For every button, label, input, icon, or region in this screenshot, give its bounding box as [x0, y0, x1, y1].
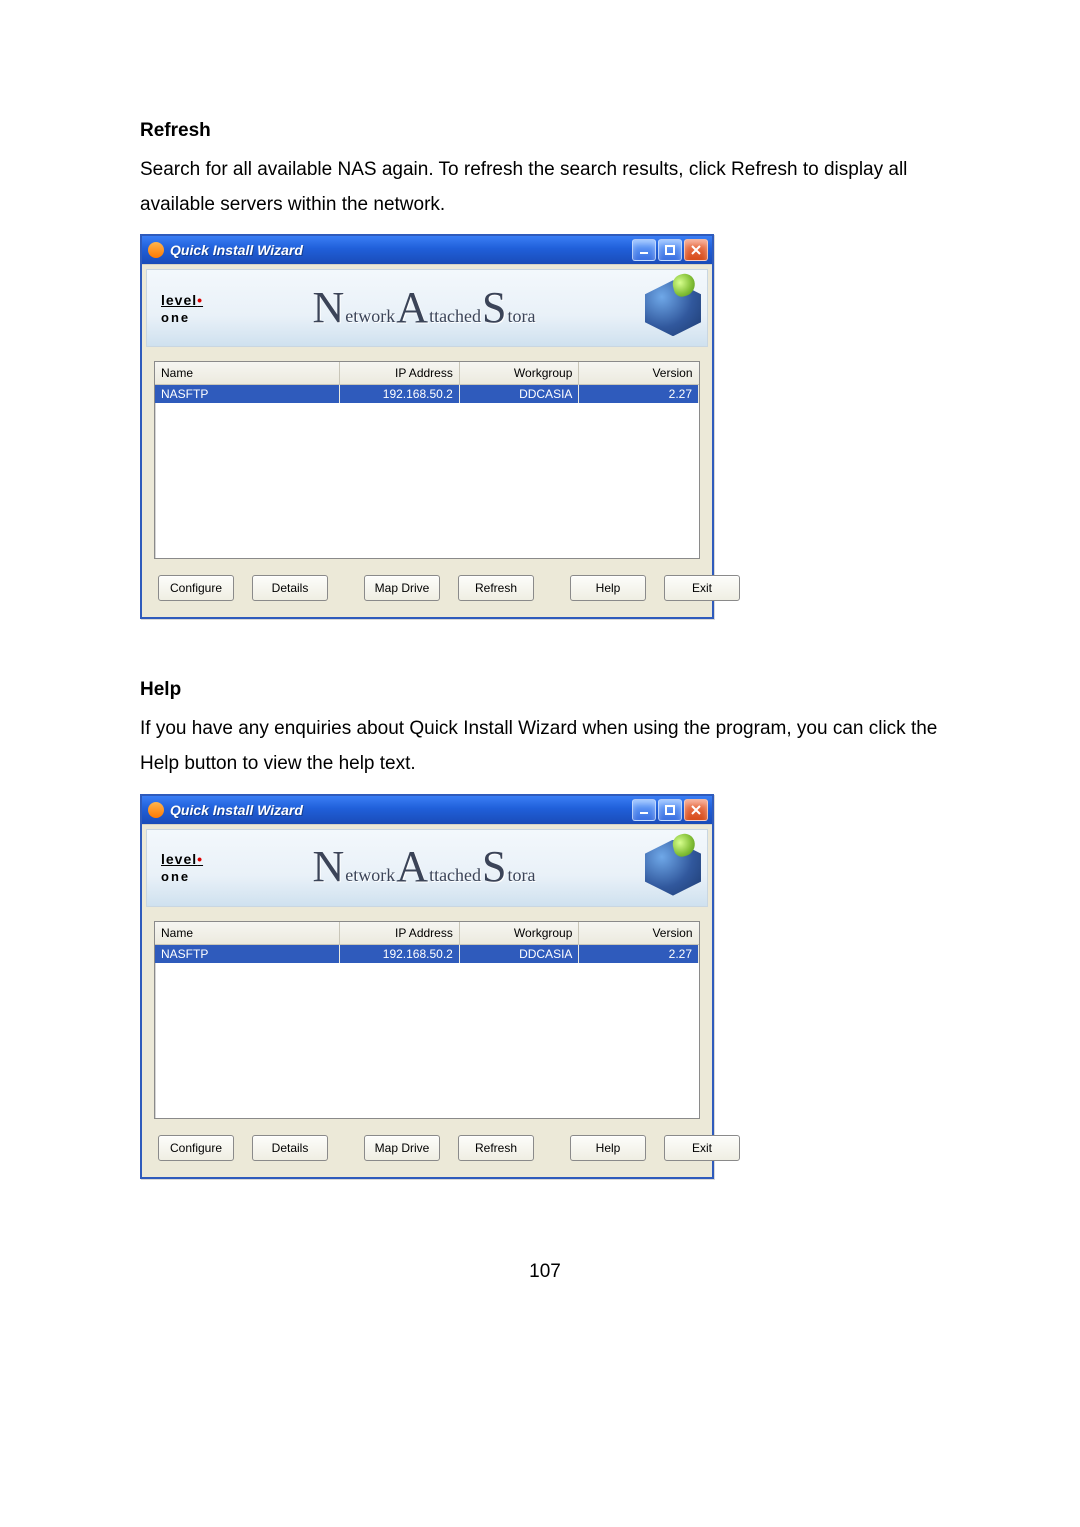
globe-icon: [645, 840, 701, 896]
section-body-refresh: Search for all available NAS again. To r…: [140, 152, 950, 222]
cell-version: 2.27: [579, 944, 699, 963]
details-button[interactable]: Details: [252, 575, 328, 601]
app-icon: [148, 242, 164, 258]
wordmark-letter: A: [396, 849, 428, 884]
refresh-button[interactable]: Refresh: [458, 575, 534, 601]
wordmark-text: etwork: [345, 306, 395, 327]
logo-text-top: level: [161, 851, 197, 867]
minimize-icon[interactable]: [632, 799, 656, 821]
window-title: Quick Install Wizard: [170, 802, 632, 818]
server-list[interactable]: Name IP Address Workgroup Version NASFTP…: [154, 921, 700, 1119]
minimize-icon[interactable]: [632, 239, 656, 261]
window-controls: [632, 239, 708, 261]
cell-name: NASFTP: [155, 385, 340, 404]
exit-button[interactable]: Exit: [664, 1135, 740, 1161]
levelone-logo: level• one: [161, 293, 203, 324]
wordmark-letter: S: [482, 849, 506, 884]
logo-text-bottom: one: [161, 870, 203, 883]
configure-button[interactable]: Configure: [158, 575, 234, 601]
banner: level• one Network Attached Stora: [146, 269, 708, 347]
cell-workgroup: DDCASIA: [459, 385, 579, 404]
server-list[interactable]: Name IP Address Workgroup Version NASFTP…: [154, 361, 700, 559]
col-ip[interactable]: IP Address: [340, 922, 460, 945]
logo-dot-icon: •: [197, 851, 203, 867]
col-name[interactable]: Name: [155, 922, 340, 945]
section-body-help: If you have any enquiries about Quick In…: [140, 711, 950, 781]
col-name[interactable]: Name: [155, 362, 340, 385]
refresh-button[interactable]: Refresh: [458, 1135, 534, 1161]
banner: level• one Network Attached Stora: [146, 829, 708, 907]
wordmark-text: etwork: [345, 865, 395, 886]
logo-dot-icon: •: [197, 292, 203, 308]
help-button[interactable]: Help: [570, 575, 646, 601]
product-wordmark: Network Attached Stora: [313, 290, 536, 327]
wordmark-letter: A: [396, 290, 428, 325]
col-workgroup[interactable]: Workgroup: [459, 362, 579, 385]
help-button[interactable]: Help: [570, 1135, 646, 1161]
table-header-row[interactable]: Name IP Address Workgroup Version: [155, 922, 699, 945]
wordmark-text: tora: [508, 306, 536, 327]
cell-name: NASFTP: [155, 944, 340, 963]
col-ip[interactable]: IP Address: [340, 362, 460, 385]
maximize-icon[interactable]: [658, 239, 682, 261]
wordmark-text: ttached: [429, 306, 481, 327]
table-row[interactable]: NASFTP 192.168.50.2 DDCASIA 2.27: [155, 944, 699, 963]
cell-ip: 192.168.50.2: [340, 385, 460, 404]
logo-text-bottom: one: [161, 311, 203, 324]
wordmark-text: ttached: [429, 865, 481, 886]
page-number: 107: [140, 1239, 950, 1283]
section-title-refresh: Refresh: [140, 120, 950, 142]
titlebar[interactable]: Quick Install Wizard: [142, 796, 712, 824]
col-version[interactable]: Version: [579, 362, 699, 385]
button-row: Configure Details Map Drive Refresh Help…: [144, 1125, 710, 1175]
exit-button[interactable]: Exit: [664, 575, 740, 601]
levelone-logo: level• one: [161, 852, 203, 883]
app-icon: [148, 802, 164, 818]
col-workgroup[interactable]: Workgroup: [459, 922, 579, 945]
configure-button[interactable]: Configure: [158, 1135, 234, 1161]
wordmark-text: tora: [508, 865, 536, 886]
titlebar[interactable]: Quick Install Wizard: [142, 236, 712, 264]
wordmark-letter: S: [482, 290, 506, 325]
window-client: level• one Network Attached Stora Name: [142, 264, 712, 617]
details-button[interactable]: Details: [252, 1135, 328, 1161]
window-title: Quick Install Wizard: [170, 242, 632, 258]
quick-install-wizard-window: Quick Install Wizard level• one Network …: [140, 794, 714, 1179]
document-page: Refresh Search for all available NAS aga…: [0, 0, 1080, 1323]
window-controls: [632, 799, 708, 821]
close-icon[interactable]: [684, 799, 708, 821]
cell-workgroup: DDCASIA: [459, 944, 579, 963]
section-title-help: Help: [140, 679, 950, 701]
table-row[interactable]: NASFTP 192.168.50.2 DDCASIA 2.27: [155, 385, 699, 404]
globe-icon: [645, 280, 701, 336]
button-row: Configure Details Map Drive Refresh Help…: [144, 565, 710, 615]
cell-ip: 192.168.50.2: [340, 944, 460, 963]
table-header-row[interactable]: Name IP Address Workgroup Version: [155, 362, 699, 385]
col-version[interactable]: Version: [579, 922, 699, 945]
maximize-icon[interactable]: [658, 799, 682, 821]
logo-text-top: level: [161, 292, 197, 308]
window-client: level• one Network Attached Stora Name: [142, 824, 712, 1177]
quick-install-wizard-window: Quick Install Wizard level• one Network …: [140, 234, 714, 619]
map-drive-button[interactable]: Map Drive: [364, 575, 440, 601]
product-wordmark: Network Attached Stora: [313, 849, 536, 886]
close-icon[interactable]: [684, 239, 708, 261]
wordmark-letter: N: [313, 290, 345, 325]
map-drive-button[interactable]: Map Drive: [364, 1135, 440, 1161]
wordmark-letter: N: [313, 849, 345, 884]
cell-version: 2.27: [579, 385, 699, 404]
